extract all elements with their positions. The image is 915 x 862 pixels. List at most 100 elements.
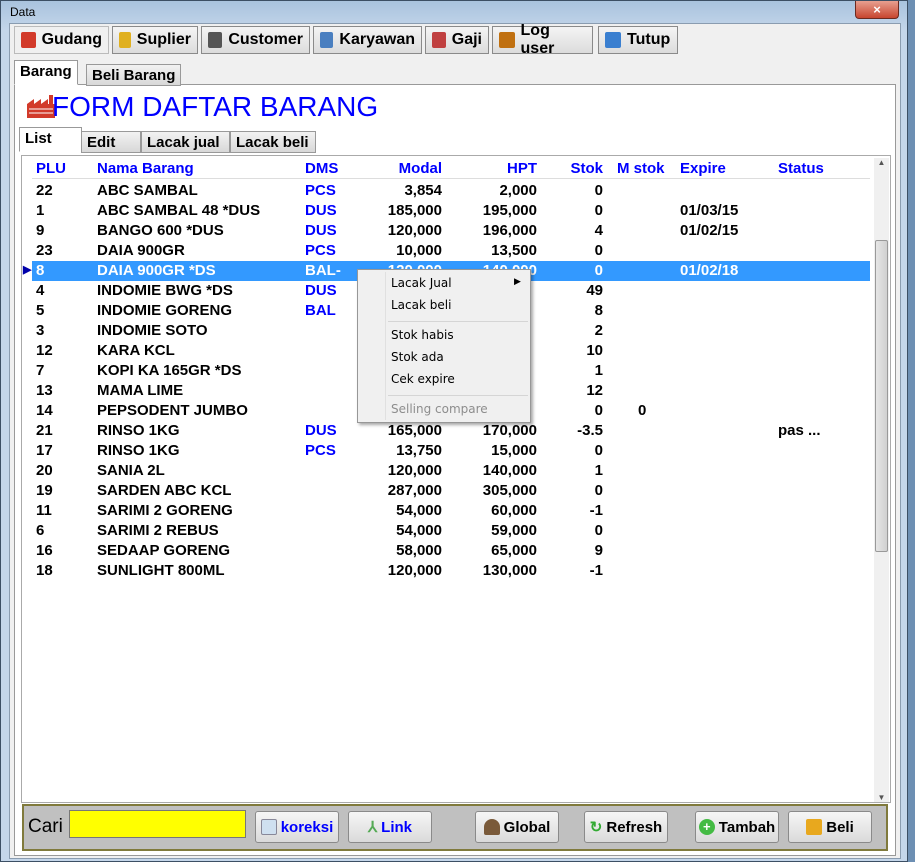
- cell-nama-barang: SANIA 2L: [97, 462, 165, 479]
- cell-plu: 1: [36, 202, 45, 219]
- menu-item-lacak-beli[interactable]: Lacak beli: [391, 298, 451, 318]
- cell-plu: 9: [36, 222, 45, 239]
- cell-stok: 12: [586, 382, 603, 399]
- table-row[interactable]: 20 SANIA 2L 120,000 140,000 1: [32, 461, 870, 481]
- tambah-button[interactable]: + Tambah: [695, 811, 779, 843]
- tab-gaji[interactable]: Gaji: [425, 26, 489, 54]
- bug-icon: [499, 32, 515, 48]
- tab-label: Customer: [228, 31, 303, 48]
- cell-stok: 10: [586, 342, 603, 359]
- cell-modal: 120,000: [387, 222, 442, 239]
- koreksi-button[interactable]: koreksi: [255, 811, 339, 843]
- scroll-down-icon[interactable]: ▼: [874, 793, 889, 802]
- cell-expire: 01/02/15: [680, 222, 739, 239]
- table-row[interactable]: 1 ABC SAMBAL 48 *DUS DUS 185,000 195,000 0 01/…: [32, 201, 870, 221]
- search-label: Cari: [28, 816, 63, 837]
- cell-plu: 22: [36, 182, 53, 199]
- beli-button[interactable]: Beli: [788, 811, 872, 843]
- cell-modal: 13,750: [396, 442, 442, 459]
- cell-nama-barang: ABC SAMBAL 48 *DUS: [97, 202, 261, 219]
- column-header-m-stok[interactable]: M stok: [617, 160, 665, 177]
- vertical-scrollbar[interactable]: ▲ ▼: [874, 158, 889, 802]
- tab-karyawan[interactable]: Karyawan: [313, 26, 422, 54]
- table-row[interactable]: 18 SUNLIGHT 800ML 120,000 130,000 -1: [32, 561, 870, 581]
- column-header-plu[interactable]: PLU: [36, 160, 66, 177]
- cell-hpt: 13,500: [491, 242, 537, 259]
- cell-hpt: 170,000: [482, 422, 537, 439]
- table-row[interactable]: 19 SARDEN ABC KCL 287,000 305,000 0: [32, 481, 870, 501]
- tab-barang[interactable]: Barang: [14, 60, 78, 85]
- column-header-stok[interactable]: Stok: [570, 160, 603, 177]
- cell-nama-barang: SUNLIGHT 800ML: [97, 562, 225, 579]
- global-button[interactable]: Global: [475, 811, 559, 843]
- column-header-expire[interactable]: Expire: [680, 160, 726, 177]
- menu-item-stok-habis[interactable]: Stok habis: [391, 328, 454, 348]
- cell-nama-barang: SARDEN ABC KCL: [97, 482, 232, 499]
- column-header-hpt[interactable]: HPT: [507, 160, 537, 177]
- cell-stok: 0: [594, 262, 603, 279]
- column-header-modal[interactable]: Modal: [399, 160, 442, 177]
- table-row[interactable]: 23 DAIA 900GR PCS 10,000 13,500 0: [32, 241, 870, 261]
- cell-stok: 8: [594, 302, 603, 319]
- tab-list[interactable]: List: [19, 127, 82, 152]
- table-row[interactable]: 11 SARIMI 2 GORENG 54,000 60,000 -1: [32, 501, 870, 521]
- table-row[interactable]: 9 BANGO 600 *DUS DUS 120,000 196,000 4 01/02/1…: [32, 221, 870, 241]
- column-header-status[interactable]: Status: [778, 160, 824, 177]
- refresh-button[interactable]: ↻ Refresh: [584, 811, 668, 843]
- tab-gudang[interactable]: Gudang: [14, 26, 109, 54]
- scroll-up-icon[interactable]: ▲: [874, 158, 889, 167]
- cell-nama-barang: PEPSODENT JUMBO: [97, 402, 248, 419]
- cell-nama-barang: DAIA 900GR: [97, 242, 185, 259]
- tab-label: Log user: [520, 22, 555, 57]
- tab-customer[interactable]: Customer: [201, 26, 310, 54]
- cell-stok: 0: [594, 442, 603, 459]
- person-icon: [208, 32, 223, 48]
- items-table[interactable]: PLU Nama Barang DMS Modal HPT Stok M stok Expir…: [21, 155, 891, 803]
- close-button[interactable]: ×: [855, 1, 899, 19]
- forklift-icon: [119, 32, 131, 48]
- table-row[interactable]: 6 SARIMI 2 REBUS 54,000 59,000 0: [32, 521, 870, 541]
- menu-item-stok-ada[interactable]: Stok ada: [391, 350, 444, 370]
- cell-stok: 0: [594, 202, 603, 219]
- scroll-thumb[interactable]: [875, 240, 888, 552]
- cell-stok: 2: [594, 322, 603, 339]
- cell-nama-barang: KOPI KA 165GR *DS: [97, 362, 242, 379]
- cell-expire: 01/03/15: [680, 202, 739, 219]
- search-input[interactable]: [69, 810, 246, 838]
- cell-plu: 23: [36, 242, 53, 259]
- cell-stok: 1: [594, 462, 603, 479]
- tab-suplier[interactable]: Suplier: [112, 26, 198, 54]
- table-row[interactable]: 22 ABC SAMBAL PCS 3,854 2,000 0: [32, 181, 870, 201]
- cell-plu: 20: [36, 462, 53, 479]
- cell-modal: 54,000: [396, 522, 442, 539]
- menu-separator: [388, 395, 528, 396]
- cell-nama-barang: ABC SAMBAL: [97, 182, 198, 199]
- cell-stok: 0: [594, 522, 603, 539]
- tab-lacak-beli[interactable]: Lacak beli: [230, 131, 316, 153]
- cell-hpt: 59,000: [491, 522, 537, 539]
- cell-hpt: 140,000: [482, 462, 537, 479]
- tambah-label: Tambah: [718, 818, 776, 836]
- cell-modal: 120,000: [387, 462, 442, 479]
- column-header-nama-barang[interactable]: Nama Barang: [97, 160, 194, 177]
- cell-plu: 7: [36, 362, 45, 379]
- cell-hpt: 196,000: [482, 222, 537, 239]
- table-row[interactable]: 16 SEDAAP GORENG 58,000 65,000 9: [32, 541, 870, 561]
- column-header-dms[interactable]: DMS: [305, 160, 338, 177]
- tab-lacak-jual[interactable]: Lacak jual: [141, 131, 230, 153]
- link-button[interactable]: ⅄ Link: [348, 811, 432, 843]
- cell-dms: DUS: [305, 222, 337, 239]
- tab-edit[interactable]: Edit: [81, 131, 141, 153]
- menu-item-cek-expire[interactable]: Cek expire: [391, 372, 455, 392]
- table-row[interactable]: 21 RINSO 1KG DUS 165,000 170,000 -3.5 pas ...: [32, 421, 870, 441]
- menu-item-lacak-jual[interactable]: Lacak Jual: [391, 276, 452, 296]
- app-window: Data × Gudang Suplier Customer Karyawan Gaji…: [0, 0, 908, 862]
- cell-plu: 13: [36, 382, 53, 399]
- table-row[interactable]: 17 RINSO 1KG PCS 13,750 15,000 0: [32, 441, 870, 461]
- submenu-arrow-icon: ▶: [514, 277, 521, 287]
- tab-beli-barang[interactable]: Beli Barang: [86, 64, 182, 86]
- cell-nama-barang: RINSO 1KG: [97, 422, 180, 439]
- tab-log-user[interactable]: Log user: [492, 22, 593, 57]
- menu-item-selling-compare: Selling compare: [391, 402, 488, 416]
- tab-tutup[interactable]: Tutup: [598, 26, 678, 54]
